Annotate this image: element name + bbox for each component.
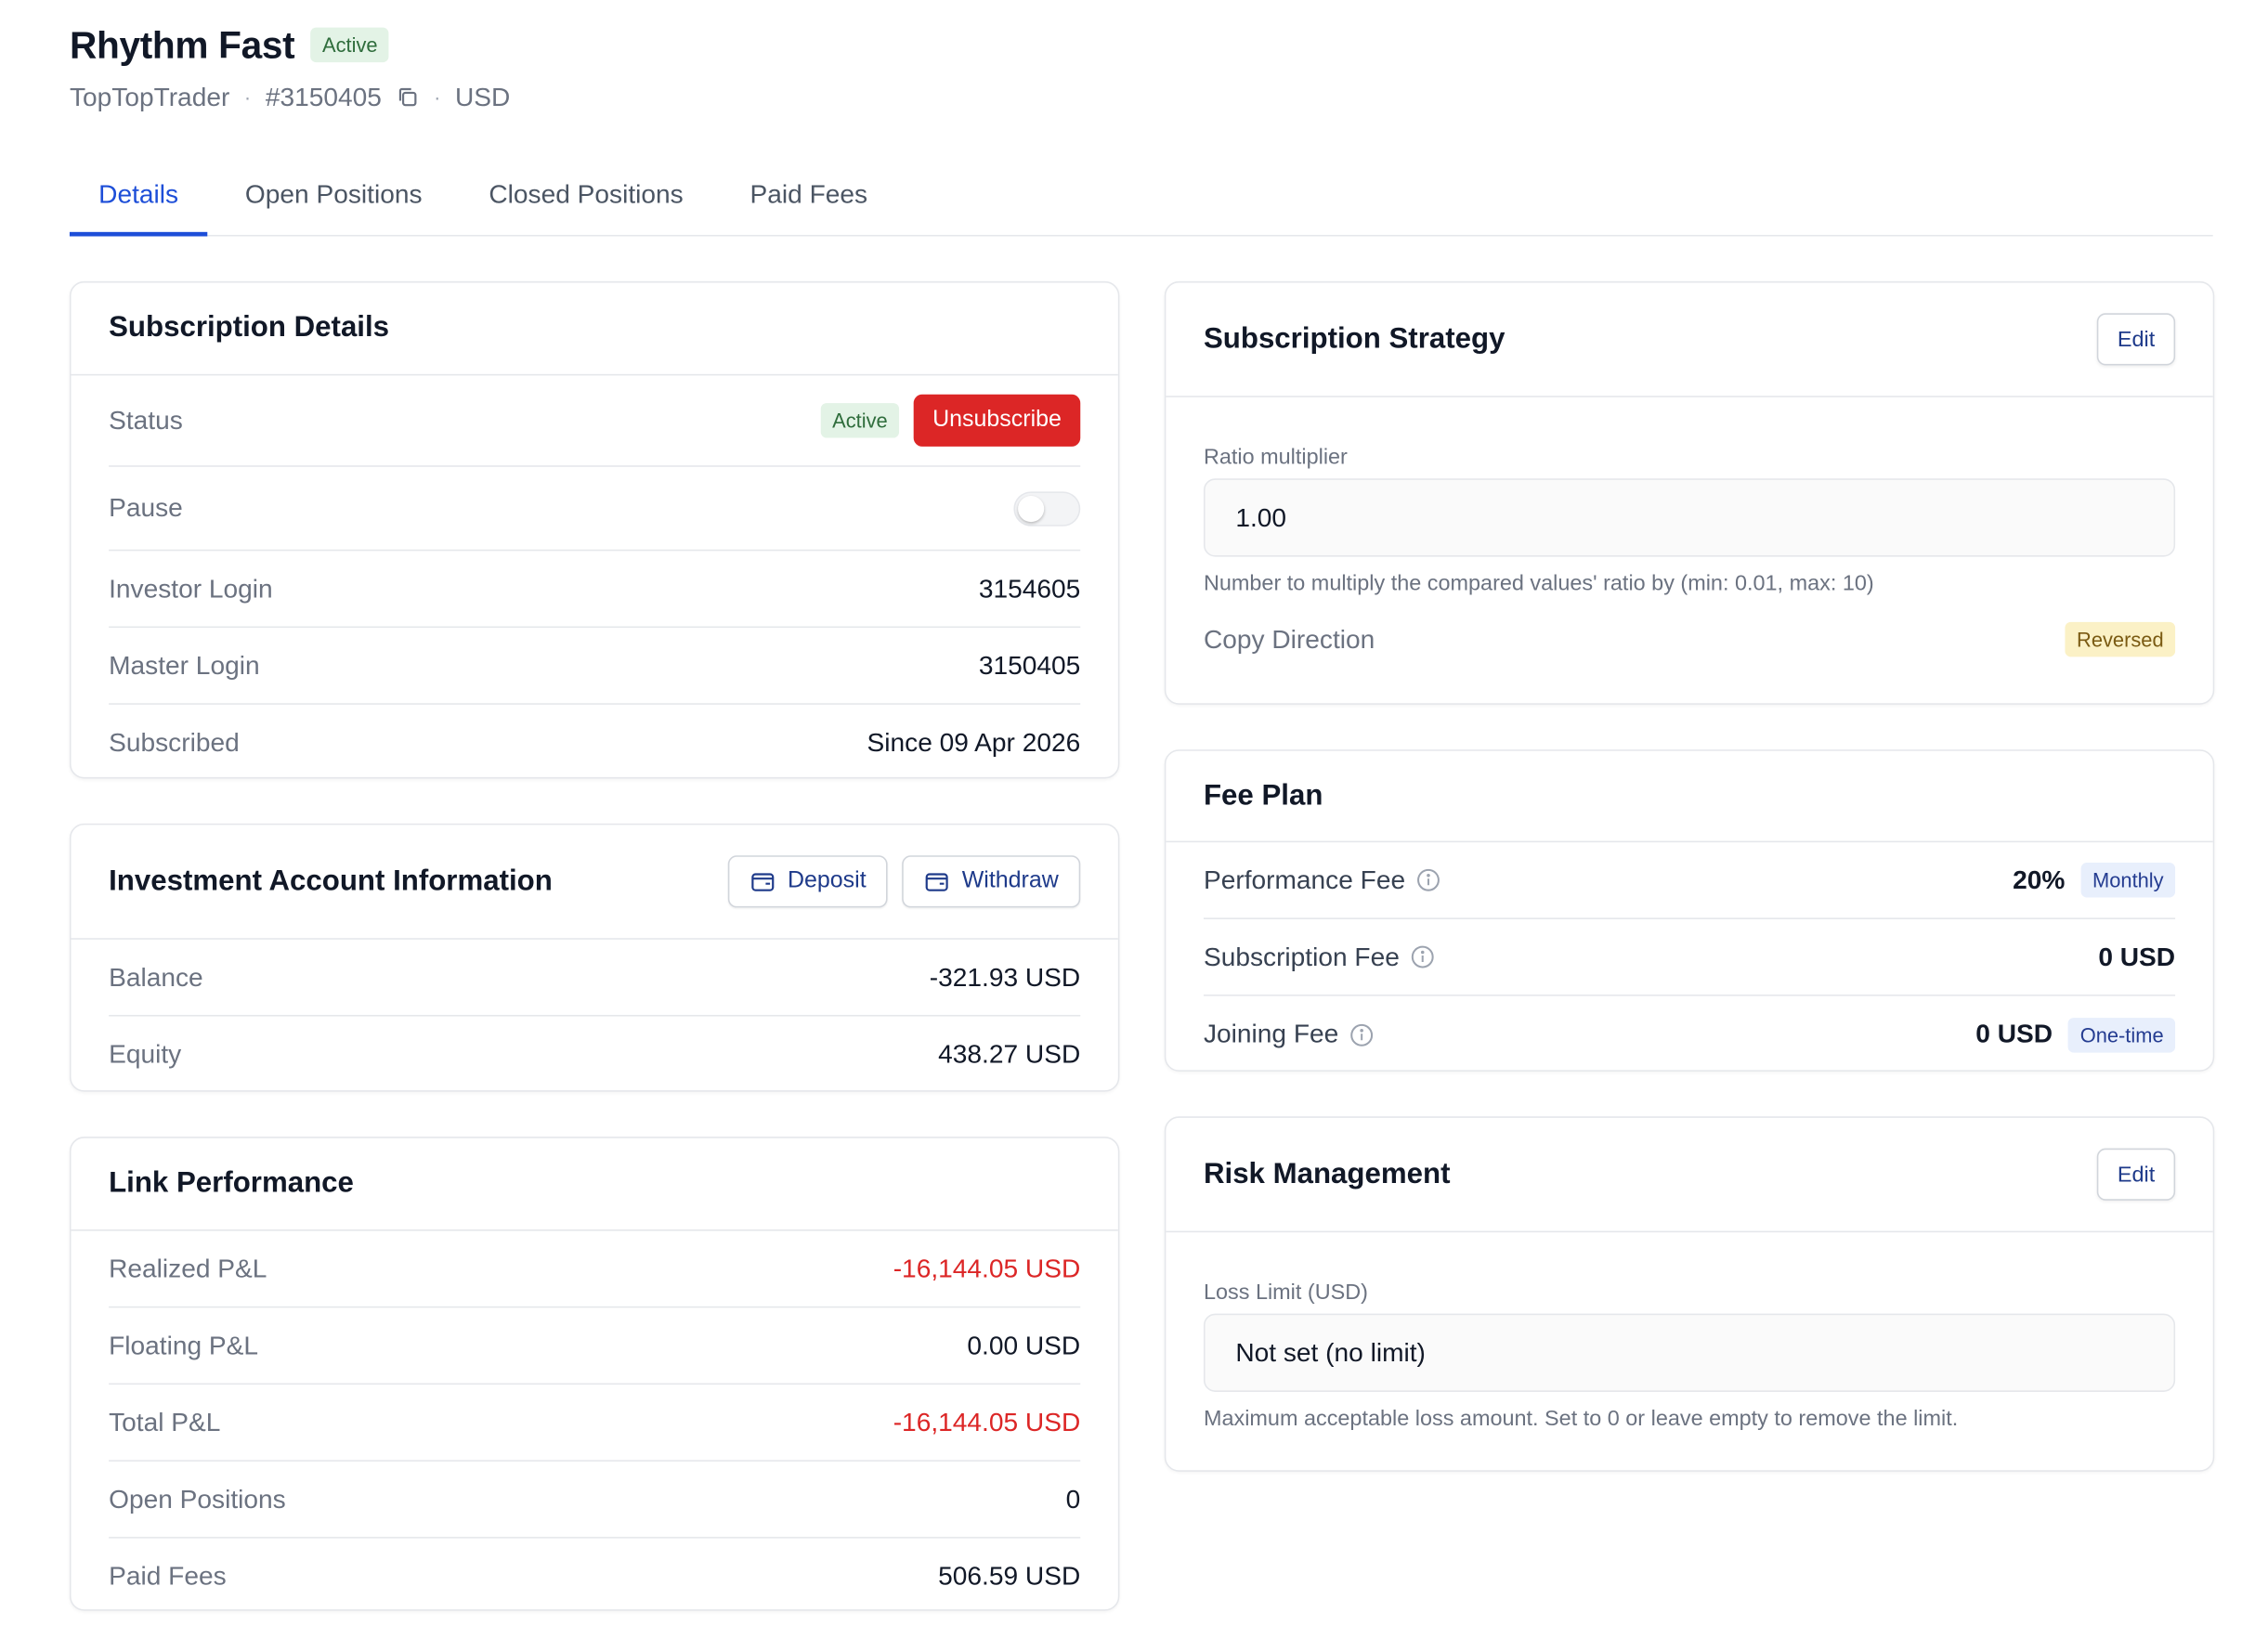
loss-limit-label: Loss Limit (USD) bbox=[1203, 1280, 1368, 1306]
loss-limit-help: Maximum acceptable loss amount. Set to 0… bbox=[1203, 1406, 1959, 1432]
subscription-strategy-card: Subscription Strategy Edit Ratio multipl… bbox=[1164, 280, 2215, 705]
investment-account-card: Investment Account Information Deposit W… bbox=[69, 823, 1120, 1094]
paid-fees-row: Paid Fees 506.59 USD bbox=[109, 1539, 1080, 1616]
subscribed-label: Subscribed bbox=[109, 727, 240, 758]
status-badge: Active bbox=[310, 27, 390, 63]
ratio-multiplier-label: Ratio multiplier bbox=[1203, 445, 1348, 470]
account-id: #3150405 bbox=[265, 82, 382, 111]
edit-risk-button[interactable]: Edit bbox=[2097, 1148, 2176, 1201]
separator-dot: · bbox=[434, 85, 441, 110]
equity-value: 438.27 USD bbox=[938, 1039, 1081, 1069]
performance-fee-row: Performance Fee 20% Monthly bbox=[1203, 842, 2176, 919]
toggle-knob bbox=[1018, 495, 1045, 522]
provider-name: TopTopTrader bbox=[69, 82, 230, 111]
paid-fees-label: Paid Fees bbox=[109, 1561, 227, 1591]
copy-icon[interactable] bbox=[397, 85, 420, 109]
subscription-fee-row: Subscription Fee 0 USD bbox=[1203, 919, 2176, 996]
status-row: Status Active Unsubscribe bbox=[109, 375, 1081, 467]
card-title: Subscription Strategy bbox=[1203, 322, 1505, 355]
withdraw-button[interactable]: Withdraw bbox=[902, 855, 1081, 908]
status-label: Status bbox=[109, 405, 183, 435]
copy-direction-badge: Reversed bbox=[2065, 621, 2176, 657]
subscription-fee-value: 0 USD bbox=[2098, 942, 2176, 971]
total-pnl-label: Total P&L bbox=[109, 1407, 221, 1436]
investor-login-value: 3154605 bbox=[978, 573, 1081, 603]
joining-fee-label: Joining Fee bbox=[1203, 1019, 1339, 1048]
master-login-value: 3150405 bbox=[978, 650, 1081, 680]
balance-row: Balance -321.93 USD bbox=[109, 940, 1081, 1017]
open-positions-label: Open Positions bbox=[109, 1484, 286, 1514]
wallet-icon bbox=[749, 868, 776, 894]
loss-limit-input[interactable]: Not set (no limit) bbox=[1203, 1313, 2176, 1392]
subscription-fee-label: Subscription Fee bbox=[1203, 942, 1400, 971]
floating-pnl-value: 0.00 USD bbox=[967, 1330, 1081, 1359]
pause-row: Pause bbox=[109, 467, 1081, 552]
currency-label: USD bbox=[455, 82, 511, 111]
pause-label: Pause bbox=[109, 492, 183, 523]
copy-direction-label: Copy Direction bbox=[1203, 624, 1375, 654]
floating-pnl-label: Floating P&L bbox=[109, 1330, 259, 1359]
equity-row: Equity 438.27 USD bbox=[109, 1017, 1080, 1094]
equity-label: Equity bbox=[109, 1039, 182, 1069]
page-title: Rhythm Fast bbox=[69, 22, 295, 67]
realized-pnl-label: Realized P&L bbox=[109, 1253, 267, 1283]
master-login-label: Master Login bbox=[109, 650, 260, 680]
master-login-row: Master Login 3150405 bbox=[109, 628, 1081, 705]
tab-bar: Details Open Positions Closed Positions … bbox=[69, 162, 2213, 237]
performance-fee-value: 20% bbox=[2013, 864, 2066, 894]
performance-fee-label: Performance Fee bbox=[1203, 864, 1406, 894]
investor-login-row: Investor Login 3154605 bbox=[109, 551, 1081, 629]
total-pnl-row: Total P&L -16,144.05 USD bbox=[109, 1384, 1081, 1462]
page: Rhythm Fast Active TopTopTrader · #31504… bbox=[0, 0, 2268, 1650]
floating-pnl-row: Floating P&L 0.00 USD bbox=[109, 1307, 1081, 1385]
tab-open-positions[interactable]: Open Positions bbox=[216, 162, 451, 235]
card-title: Investment Account Information bbox=[109, 864, 553, 897]
joining-fee-row: Joining Fee 0 USD One-time bbox=[1203, 996, 2176, 1073]
info-icon[interactable] bbox=[1411, 945, 1434, 968]
card-title: Link Performance bbox=[109, 1166, 354, 1200]
deposit-button[interactable]: Deposit bbox=[727, 855, 889, 908]
deposit-label: Deposit bbox=[787, 868, 867, 893]
card-title: Risk Management bbox=[1203, 1157, 1451, 1190]
info-icon[interactable] bbox=[1417, 868, 1440, 891]
subscribed-row: Subscribed Since 09 Apr 2026 bbox=[109, 705, 1080, 782]
subscription-details-card: Subscription Details Status Active Unsub… bbox=[69, 280, 1120, 782]
copy-direction-row: Copy Direction Reversed bbox=[1203, 621, 2176, 657]
subscription-status-badge: Active bbox=[820, 403, 900, 438]
link-performance-card: Link Performance Realized P&L -16,144.05… bbox=[69, 1137, 1120, 1611]
edit-strategy-button[interactable]: Edit bbox=[2097, 313, 2176, 366]
ratio-multiplier-input[interactable]: 1.00 bbox=[1203, 478, 2176, 557]
subtitle-row: TopTopTrader · #3150405 · USD bbox=[70, 78, 510, 116]
tab-closed-positions[interactable]: Closed Positions bbox=[460, 162, 712, 235]
open-positions-value: 0 bbox=[1065, 1484, 1081, 1514]
separator-dot: · bbox=[243, 85, 252, 110]
joining-fee-value: 0 USD bbox=[1975, 1019, 2053, 1048]
paid-fees-value: 506.59 USD bbox=[938, 1561, 1081, 1591]
balance-value: -321.93 USD bbox=[929, 961, 1081, 992]
pause-toggle[interactable] bbox=[1013, 490, 1081, 526]
wallet-icon bbox=[924, 868, 950, 894]
tab-details[interactable]: Details bbox=[69, 162, 208, 237]
balance-label: Balance bbox=[109, 961, 203, 992]
tab-paid-fees[interactable]: Paid Fees bbox=[721, 162, 896, 235]
performance-fee-period-badge: Monthly bbox=[2080, 863, 2176, 898]
unsubscribe-button[interactable]: Unsubscribe bbox=[913, 394, 1081, 447]
card-title: Fee Plan bbox=[1203, 779, 1323, 812]
risk-management-card: Risk Management Edit Loss Limit (USD) No… bbox=[1164, 1116, 2215, 1472]
investor-login-label: Investor Login bbox=[109, 573, 273, 603]
total-pnl-value: -16,144.05 USD bbox=[893, 1407, 1081, 1436]
open-positions-row: Open Positions 0 bbox=[109, 1462, 1081, 1539]
info-icon[interactable] bbox=[1350, 1023, 1374, 1046]
subscribed-value: Since 09 Apr 2026 bbox=[867, 727, 1081, 758]
withdraw-label: Withdraw bbox=[961, 868, 1059, 893]
realized-pnl-row: Realized P&L -16,144.05 USD bbox=[109, 1231, 1081, 1308]
fee-plan-card: Fee Plan Performance Fee 20% Monthly Sub… bbox=[1164, 749, 2215, 1073]
page-header: Rhythm Fast Active TopTopTrader · #31504… bbox=[70, 20, 510, 116]
ratio-multiplier-help: Number to multiply the compared values' … bbox=[1203, 571, 1874, 596]
joining-fee-period-badge: One-time bbox=[2068, 1017, 2176, 1052]
card-title: Subscription Details bbox=[109, 311, 390, 344]
realized-pnl-value: -16,144.05 USD bbox=[893, 1253, 1081, 1283]
